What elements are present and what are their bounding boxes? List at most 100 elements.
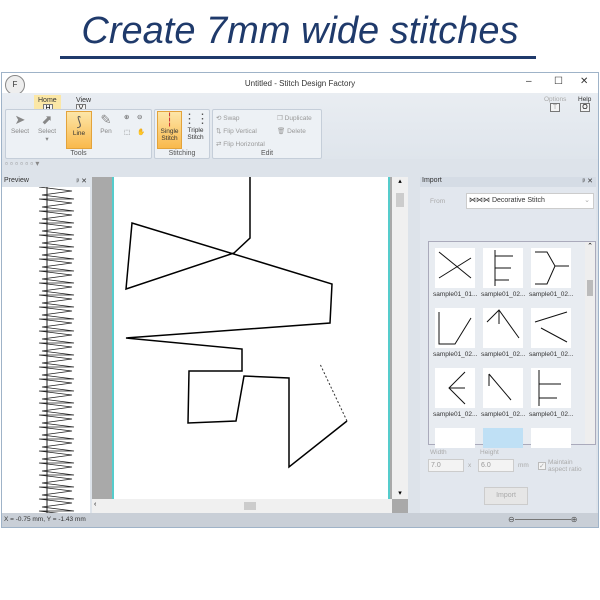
stitch-path-pending	[319, 363, 348, 422]
btn-label: Import	[496, 492, 516, 499]
btn-label: Swap	[223, 115, 240, 122]
pin-close-icons[interactable]: ᵖ ✕	[77, 177, 87, 185]
keytip-help: O	[580, 103, 590, 112]
triple-stitch-button[interactable]: ⋮⋮ Triple Stitch	[183, 111, 209, 141]
btn-label: Triple Stitch	[187, 127, 204, 141]
decorative-stitch-icon: ⋈⋈⋈	[469, 197, 492, 204]
tab-label: Home	[38, 97, 57, 104]
duplicate-button[interactable]: ❐ Duplicate	[277, 114, 312, 122]
zoom-in-button[interactable]: ⊕	[124, 113, 129, 121]
edit-label: Edit	[260, 150, 274, 157]
thumbnail-label: sample01_02...	[529, 291, 574, 298]
btn-label: Flip Horizontal	[223, 141, 265, 148]
maintain-aspect-checkbox[interactable]: ✓	[538, 462, 546, 470]
zoom-slider[interactable]: ⊖ ⊕	[508, 515, 594, 525]
btn-label: Delete	[287, 128, 306, 135]
title-bar: F Untitled - Stitch Design Factory – ☐ ✕	[2, 73, 598, 95]
pen-icon: ✎	[100, 112, 112, 127]
ribbon: Home H View V Options Help T O ➤Select ⬈…	[2, 93, 598, 159]
preview-stitch-line	[38, 187, 75, 513]
btn-label: Duplicate	[284, 115, 312, 122]
tab-label: View	[76, 97, 92, 104]
design-canvas[interactable]	[112, 177, 390, 499]
preview-stitch-pattern	[38, 187, 75, 513]
status-bar: X = -0.75 mm, Y = -1.43 mm ⊖ ⊕	[2, 513, 598, 527]
stitching-group: ┆ Single Stitch ⋮⋮ Triple Stitch Stitching	[154, 109, 210, 159]
height-label: Height	[480, 449, 499, 456]
quick-access-toolbar: ▫ ▫ ▫ ▫ ▫ ▫ ▾	[2, 159, 598, 173]
btn-label: Select	[37, 128, 57, 135]
line-icon: ⟆	[76, 114, 82, 129]
tools-label: Tools	[70, 150, 87, 157]
stitch-thumbnail[interactable]	[531, 248, 571, 288]
close-button[interactable]: ✕	[580, 76, 588, 87]
window-title: Untitled - Stitch Design Factory	[244, 79, 356, 88]
horizontal-scrollbar[interactable]: ‹	[92, 499, 392, 513]
stitch-thumbnail[interactable]	[483, 308, 523, 348]
times-label: x	[468, 462, 472, 469]
height-input[interactable]: 6.0	[478, 459, 514, 472]
design-canvas-area: ▴ ▾ ‹	[92, 177, 408, 513]
stitch-thumbnail[interactable]	[483, 368, 523, 408]
help-menu[interactable]: Help	[578, 96, 591, 103]
vertical-scrollbar[interactable]: ▴ ▾	[392, 177, 408, 499]
thumbnail-grid: sample01_01... sample01_02... sample01_02.…	[428, 241, 596, 448]
triple-stitch-icon: ⋮⋮	[183, 111, 209, 126]
select-dropdown-button[interactable]: ⬈ Select ▾	[34, 112, 60, 143]
zoom-out-button[interactable]: ⊖	[137, 113, 142, 121]
stitch-path	[125, 177, 348, 469]
single-stitch-button[interactable]: ┆ Single Stitch	[157, 111, 182, 149]
thumbnail-label: sample01_02...	[433, 411, 478, 418]
stitch-thumbnail[interactable]	[435, 368, 475, 408]
stitch-thumbnail[interactable]	[531, 368, 571, 408]
btn-label: Flip Vertical	[223, 128, 257, 135]
stitch-thumbnail[interactable]	[435, 248, 475, 288]
edit-group: ⟲ Swap ⇅ Flip Vertical ⇄ Flip Horizontal…	[212, 109, 322, 159]
preview-title: Preview	[4, 177, 29, 184]
app-window: F Untitled - Stitch Design Factory – ☐ ✕…	[1, 72, 599, 528]
width-input[interactable]: 7.0	[428, 459, 464, 472]
stitch-thumbnail[interactable]	[483, 428, 523, 448]
stitch-thumbnail[interactable]	[483, 248, 523, 288]
import-header: Import ᵖ ✕	[420, 177, 596, 187]
swap-button[interactable]: ⟲ Swap	[216, 114, 240, 122]
stitch-thumbnail[interactable]	[435, 428, 475, 448]
thumbnail-label: sample01_02...	[481, 291, 526, 298]
preview-panel: Preview ᵖ ✕	[2, 177, 90, 513]
btn-label: Select	[10, 128, 30, 135]
thumbnail-label: sample01_01...	[433, 291, 478, 298]
delete-button[interactable]: 🗑 Delete	[277, 127, 306, 135]
import-title: Import	[422, 177, 442, 184]
btn-label: Pen	[100, 128, 112, 135]
thumbnail-label: sample01_02...	[433, 351, 478, 358]
stitching-label: Stitching	[168, 150, 196, 157]
thumbnail-scrollbar[interactable]: ⌃	[585, 242, 595, 444]
maintain-aspect-label: Maintain aspect ratio	[548, 459, 582, 473]
btn-label: Single Stitch	[160, 128, 179, 142]
minimize-button[interactable]: –	[526, 76, 532, 87]
from-select[interactable]: ⋈⋈⋈ Decorative Stitch ⌄	[466, 193, 594, 209]
stitch-thumbnail[interactable]	[435, 308, 475, 348]
stitch-design-drawing	[125, 177, 348, 469]
from-value: Decorative Stitch	[491, 197, 545, 204]
pen-button[interactable]: ✎ Pen	[94, 112, 118, 135]
stitch-thumbnail[interactable]	[531, 428, 571, 448]
select-button[interactable]: ➤ Select	[8, 112, 32, 135]
hand-pan-button[interactable]: ✋	[137, 128, 145, 136]
unit-label: mm	[518, 462, 529, 469]
options-menu[interactable]: Options	[544, 96, 566, 103]
maximize-button[interactable]: ☐	[554, 76, 563, 87]
single-stitch-icon: ┆	[165, 112, 174, 127]
flip-horizontal-button[interactable]: ⇄ Flip Horizontal	[216, 140, 265, 148]
import-button[interactable]: Import	[484, 487, 528, 505]
line-button[interactable]: ⟆ Line	[66, 111, 92, 149]
pin-close-icons[interactable]: ᵖ ✕	[583, 177, 593, 185]
flip-vertical-button[interactable]: ⇅ Flip Vertical	[216, 127, 257, 135]
thumbnail-label: sample01_02...	[529, 351, 574, 358]
stitch-thumbnail[interactable]	[531, 308, 571, 348]
zoom-fit-button[interactable]: ⬚	[124, 128, 130, 136]
quick-access-icons[interactable]: ▫ ▫ ▫ ▫ ▫ ▫ ▾	[2, 159, 39, 168]
width-label: Width	[430, 449, 447, 456]
tools-group: ➤ Select ⬈ Select ▾ ⟆ Line ✎ Pen ⊕ ⊖ ⬚ ✋ Tool…	[5, 109, 152, 159]
headline-underline	[60, 56, 536, 59]
